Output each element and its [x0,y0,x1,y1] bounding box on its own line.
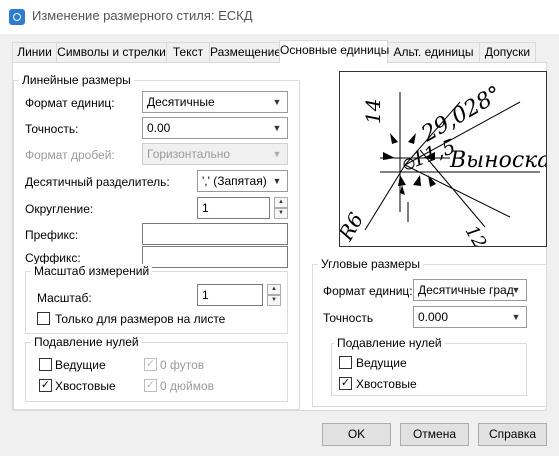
preview-drawing: 14 29,028° 11,5 Выноска R6 12 [340,82,546,246]
precision-value: 0.00 [147,121,171,135]
angular-trailing-zeros-checkbox[interactable]: ✓ [339,377,352,390]
zero-feet-checkbox[interactable]: ✓ [144,358,157,371]
angular-leading-zeros-label: Ведущие [356,356,407,370]
leading-zeros-label: Ведущие [55,358,106,372]
spin-up-icon[interactable]: ▲ [267,284,281,295]
spin-up-icon[interactable]: ▲ [274,197,288,208]
preview-dim-lower-right: 12 [461,222,491,246]
precision-label: Точность: [25,122,79,136]
round-off-input[interactable]: 1 [197,197,270,219]
decimal-separator-select[interactable]: ',' (Запятая) ▼ [197,170,288,192]
prefix-label: Префикс: [25,228,79,242]
fraction-format-value: Горизонтально [147,147,231,161]
title-bar: Изменение размерного стиля: ЕСКД [0,0,559,34]
scale-spinner[interactable]: ▲ ▼ [267,284,281,306]
scale-input[interactable]: 1 [197,284,263,306]
angular-unit-format-label: Формат единиц: [323,284,413,298]
trailing-zeros-checkbox[interactable]: ✓ [39,379,52,392]
zero-inches-checkbox[interactable]: ✓ [144,379,157,392]
fraction-format-select[interactable]: Горизонтально ▼ [142,143,288,165]
angular-leading-zeros-checkbox[interactable] [339,356,352,369]
unit-format-label: Формат единиц: [25,96,115,110]
preview-dim-vertical: 14 [361,99,385,124]
unit-format-select[interactable]: Десятичные ▼ [142,91,288,113]
layout-only-checkbox[interactable] [37,312,50,325]
angular-zero-suppression-group: Подавление нулей Ведущие ✓ Хвостовые [331,336,527,396]
angular-precision-label: Точность [323,311,374,325]
measurement-scale-group: Масштаб измерений Масштаб: 1 ▲ ▼ Только … [25,264,288,334]
tab-symbols-arrows[interactable]: Символы и стрелки [56,42,167,63]
trailing-zeros-label: Хвостовые [55,379,116,393]
preview-leader-text: Выноска [449,148,546,173]
round-off-label: Округление: [25,202,94,216]
spin-down-icon[interactable]: ▼ [267,295,281,306]
tab-tolerances[interactable]: Допуски [479,42,536,63]
tab-strip: Линии Символы и стрелки Текст Размещение… [12,40,547,63]
angular-dimensions-group: Угловые размеры Формат единиц: Десятичны… [312,257,547,407]
window-title: Изменение размерного стиля: ЕСКД [32,8,253,23]
zero-inches-label: 0 дюймов [160,379,215,393]
prefix-input[interactable] [142,223,288,245]
ok-button[interactable]: OK [322,423,391,446]
scale-label: Масштаб: [37,291,92,305]
chevron-down-icon: ▼ [272,97,282,107]
decimal-separator-value: ',' (Запятая) [202,174,267,188]
group-title-scale: Масштаб измерений [31,264,153,278]
chevron-down-icon: ▼ [511,285,521,295]
unit-format-value: Десятичные [147,95,215,109]
spin-down-icon[interactable]: ▼ [274,208,288,219]
group-title-linear: Линейные размеры [19,73,134,87]
chevron-down-icon: ▼ [272,149,282,159]
precision-select[interactable]: 0.00 ▼ [142,117,288,139]
angular-precision-value: 0.000 [418,310,449,324]
cancel-button[interactable]: Отмена [400,423,469,446]
chevron-down-icon: ▼ [272,123,282,133]
fraction-format-label: Формат дробей: [25,148,115,162]
group-title-zero-suppression: Подавление нулей [31,335,142,349]
preview-dim-radius: R6 [340,208,368,245]
chevron-down-icon: ▼ [272,176,282,186]
help-button[interactable]: Справка [478,423,547,446]
angular-unit-format-value: Десятичные град [418,283,514,297]
tab-text[interactable]: Текст [166,42,210,63]
zero-feet-label: 0 футов [160,358,205,372]
tab-alternate-units[interactable]: Альт. единицы [387,42,480,63]
preview-dim-angle: 29,028° [417,82,507,148]
linear-dimensions-group: Линейные размеры Формат единиц: Десятичн… [13,73,300,410]
chevron-down-icon: ▼ [511,312,521,322]
tab-lines[interactable]: Линии [12,42,57,63]
suffix-label: Суффикс: [25,251,81,265]
angular-precision-select[interactable]: 0.000 ▼ [413,306,527,328]
leading-zeros-checkbox[interactable] [39,358,52,371]
dimension-preview: 14 29,028° 11,5 Выноска R6 12 [339,71,547,247]
group-title-angular-zero-suppression: Подавление нулей [334,336,445,350]
group-title-angular: Угловые размеры [318,257,423,271]
tab-fit[interactable]: Размещение [209,42,281,63]
angular-trailing-zeros-label: Хвостовые [356,377,417,391]
zero-suppression-group: Подавление нулей Ведущие ✓ Хвостовые ✓ 0… [25,335,288,402]
round-off-spinner[interactable]: ▲ ▼ [274,197,288,219]
suffix-input[interactable] [142,246,288,268]
decimal-separator-label: Десятичный разделитель: [25,175,170,189]
autocad-app-icon [9,9,25,25]
tab-primary-units[interactable]: Основные единицы [279,40,389,63]
angular-unit-format-select[interactable]: Десятичные град ▼ [413,279,527,301]
layout-only-label: Только для размеров на листе [55,312,226,326]
